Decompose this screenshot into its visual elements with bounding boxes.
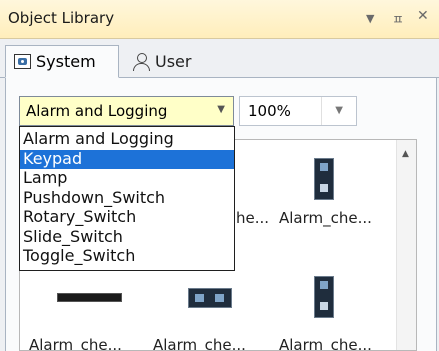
tab-system[interactable]: System <box>5 45 119 78</box>
chevron-down-icon[interactable]: ▼ <box>217 104 225 115</box>
tab-system-label: System <box>36 52 96 71</box>
dropdown-option-selected[interactable]: Keypad <box>20 149 234 169</box>
library-item-label[interactable]: Alarm_che... <box>153 336 246 350</box>
tab-user[interactable]: User <box>124 45 206 77</box>
tab-bar: System User <box>0 39 439 78</box>
dropdown-option[interactable]: Rotary_Switch <box>20 208 234 228</box>
library-item-label[interactable]: Alarm_che... <box>29 336 122 350</box>
category-dropdown-list: Alarm and Logging Keypad Lamp Pushdown_S… <box>19 126 235 271</box>
zoom-dropdown-button[interactable]: ▼ <box>321 97 356 125</box>
dropdown-option[interactable]: Slide_Switch <box>20 227 234 248</box>
category-select-value: Alarm and Logging <box>26 102 168 120</box>
chevron-down-icon[interactable]: ▼ <box>366 12 374 25</box>
library-item-label[interactable]: he... <box>236 209 269 227</box>
panel-titlebar: Object Library ▼ ㅍ ✕ <box>0 0 439 39</box>
library-item-thumbnail[interactable] <box>57 293 122 302</box>
system-icon <box>14 54 31 69</box>
library-item-thumbnail[interactable] <box>314 158 334 200</box>
library-item-thumbnail[interactable] <box>314 276 334 318</box>
vertical-scrollbar[interactable]: ▲ <box>396 140 416 350</box>
zoom-select-value: 100% <box>248 102 291 120</box>
dropdown-option[interactable]: Toggle_Switch <box>20 247 234 267</box>
dropdown-option[interactable]: Pushdown_Switch <box>20 188 234 209</box>
object-library-panel: Object Library ▼ ㅍ ✕ System User Alarm a… <box>0 0 439 351</box>
library-item-thumbnail[interactable] <box>188 288 232 308</box>
zoom-select[interactable]: 100% ▼ <box>239 96 357 126</box>
chevron-down-icon: ▼ <box>335 105 343 116</box>
category-select[interactable]: Alarm and Logging ▼ <box>19 96 234 126</box>
library-item-label[interactable]: Alarm_che... <box>279 336 372 350</box>
user-icon <box>132 52 150 71</box>
tab-user-label: User <box>155 51 192 71</box>
panel-title: Object Library <box>8 9 115 27</box>
dropdown-option[interactable]: Lamp <box>20 169 234 189</box>
pin-icon[interactable]: ㅍ <box>392 9 404 28</box>
library-item-label[interactable]: Alarm_che... <box>279 209 372 227</box>
close-icon[interactable]: ✕ <box>417 8 429 24</box>
dropdown-option[interactable]: Alarm and Logging <box>20 130 234 150</box>
scroll-up-icon[interactable]: ▲ <box>402 149 409 159</box>
